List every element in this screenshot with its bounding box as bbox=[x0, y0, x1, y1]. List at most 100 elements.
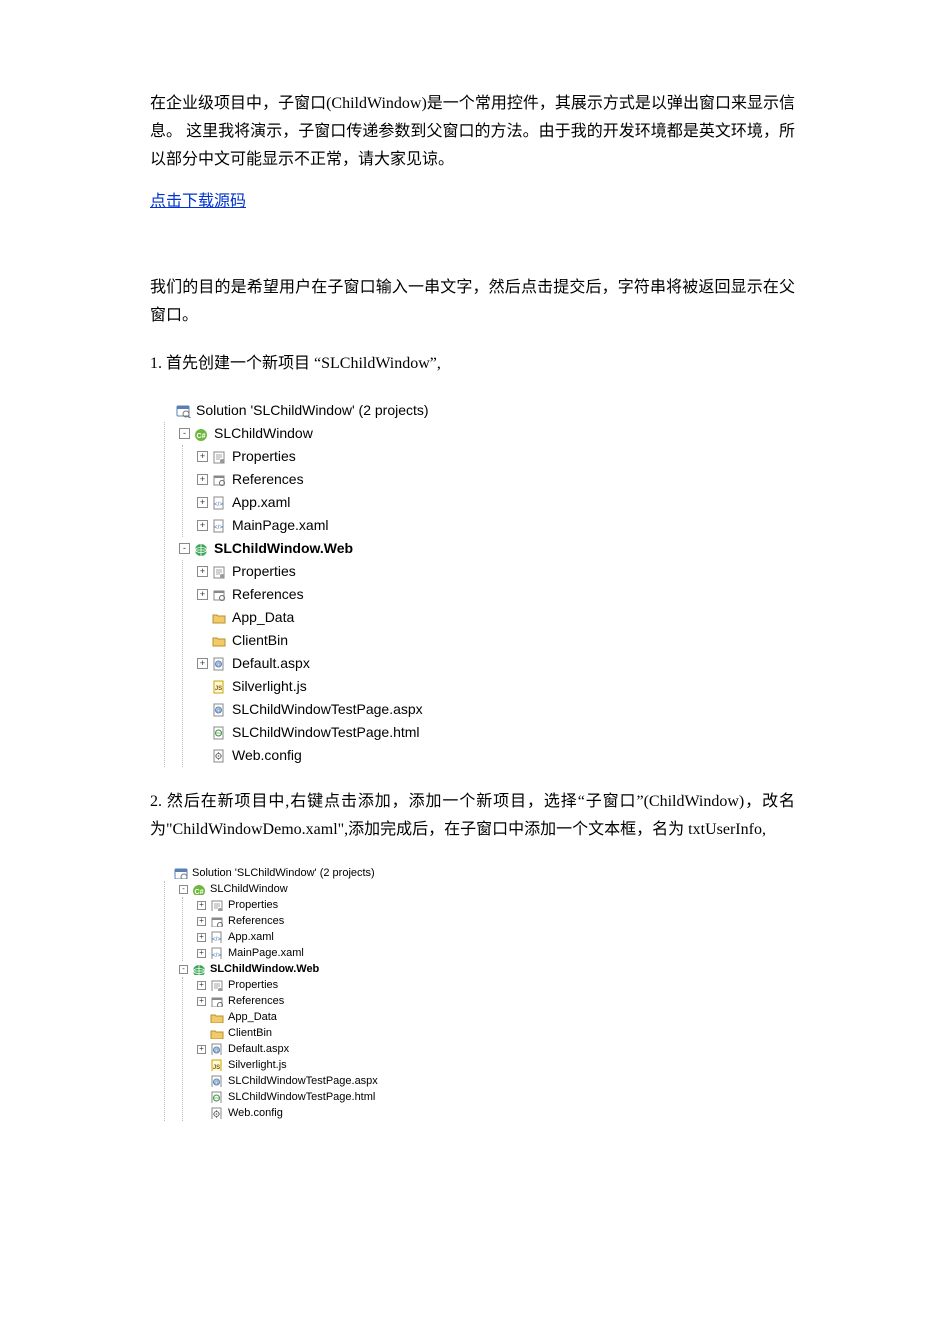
properties-icon bbox=[210, 899, 224, 911]
js-file-icon bbox=[212, 680, 228, 694]
expand-toggle-icon[interactable]: + bbox=[197, 997, 206, 1006]
tree-item-mainpage-xaml[interactable]: + MainPage.xaml bbox=[197, 514, 794, 537]
expand-toggle-icon[interactable]: + bbox=[197, 474, 208, 485]
xaml-file-icon bbox=[212, 519, 228, 533]
tree-item-references[interactable]: + References bbox=[197, 583, 794, 606]
tree-item-silverlight-js[interactable]: + Silverlight.js bbox=[197, 1057, 794, 1073]
tree-label: Default.aspx bbox=[232, 652, 310, 675]
expand-toggle-icon[interactable]: + bbox=[197, 589, 208, 600]
tree-item-default-aspx[interactable]: + Default.aspx bbox=[197, 652, 794, 675]
expand-toggle-icon[interactable]: + bbox=[197, 658, 208, 669]
collapse-toggle-icon[interactable]: - bbox=[179, 885, 188, 894]
tree-item-references[interactable]: + References bbox=[197, 468, 794, 491]
collapse-toggle-icon[interactable]: - bbox=[179, 543, 190, 554]
solution-explorer-tree-1: + Solution 'SLChildWindow' (2 projects) … bbox=[160, 398, 795, 768]
tree-item-app-data[interactable]: + App_Data bbox=[197, 606, 794, 629]
tree-label: SLChildWindowTestPage.html bbox=[232, 721, 420, 744]
tree-item-properties[interactable]: + Properties bbox=[197, 977, 794, 993]
expand-toggle-icon[interactable]: + bbox=[197, 566, 208, 577]
tree-label: ClientBin bbox=[228, 1025, 272, 1041]
expand-toggle-icon[interactable]: + bbox=[197, 1045, 206, 1054]
tree-item-testpage-aspx[interactable]: + SLChildWindowTestPage.aspx bbox=[197, 698, 794, 721]
tree-item-testpage-html[interactable]: + SLChildWindowTestPage.html bbox=[197, 721, 794, 744]
tree-item-references[interactable]: + References bbox=[197, 993, 794, 1009]
tree-label: Solution 'SLChildWindow' (2 projects) bbox=[192, 865, 375, 881]
tree-item-references[interactable]: + References bbox=[197, 913, 794, 929]
tree-label: Properties bbox=[232, 445, 296, 468]
tree-label: SLChildWindowTestPage.aspx bbox=[232, 698, 423, 721]
tree-label: Properties bbox=[228, 977, 278, 993]
tree-label: App.xaml bbox=[232, 491, 290, 514]
tree-item-mainpage-xaml[interactable]: + MainPage.xaml bbox=[197, 945, 794, 961]
step-2-text: 2. 然后在新项目中,右键点击添加，添加一个新项目，选择“子窗口”(ChildW… bbox=[150, 788, 795, 844]
project-slchildwindow[interactable]: - SLChildWindow bbox=[179, 422, 794, 445]
properties-icon bbox=[212, 450, 228, 464]
expand-toggle-icon[interactable]: + bbox=[197, 949, 206, 958]
tree-label: References bbox=[232, 583, 304, 606]
step-1-text: 1. 首先创建一个新项目 “SLChildWindow”, bbox=[150, 350, 795, 378]
tree-label: Web.config bbox=[228, 1105, 283, 1121]
solution-root[interactable]: + Solution 'SLChildWindow' (2 projects) bbox=[161, 865, 794, 881]
solution-root[interactable]: + Solution 'SLChildWindow' (2 projects) bbox=[161, 399, 794, 422]
download-source-link[interactable]: 点击下载源码 bbox=[150, 188, 246, 216]
tree-item-web-config[interactable]: + Web.config bbox=[197, 744, 794, 767]
tree-label: App_Data bbox=[232, 606, 294, 629]
tree-item-app-data[interactable]: + App_Data bbox=[197, 1009, 794, 1025]
html-file-icon bbox=[210, 1091, 224, 1103]
tree-label: Properties bbox=[228, 897, 278, 913]
project-slchildwindow-web[interactable]: - SLChildWindow.Web bbox=[179, 537, 794, 560]
tree-item-testpage-html[interactable]: + SLChildWindowTestPage.html bbox=[197, 1089, 794, 1105]
xaml-file-icon bbox=[210, 947, 224, 959]
aspx-file-icon bbox=[210, 1075, 224, 1087]
config-file-icon bbox=[210, 1107, 224, 1119]
tree-item-properties[interactable]: + Properties bbox=[197, 445, 794, 468]
tree-item-testpage-aspx[interactable]: + SLChildWindowTestPage.aspx bbox=[197, 1073, 794, 1089]
references-icon bbox=[212, 588, 228, 602]
properties-icon bbox=[212, 565, 228, 579]
tree-label: References bbox=[232, 468, 304, 491]
tree-item-clientbin[interactable]: + ClientBin bbox=[197, 629, 794, 652]
expand-toggle-icon[interactable]: + bbox=[197, 981, 206, 990]
tree-label: App.xaml bbox=[228, 929, 274, 945]
solution-icon bbox=[176, 404, 192, 418]
folder-icon bbox=[212, 611, 228, 625]
config-file-icon bbox=[212, 749, 228, 763]
tree-label: Default.aspx bbox=[228, 1041, 289, 1057]
webproj-icon bbox=[194, 542, 210, 556]
csproj-icon bbox=[192, 883, 206, 895]
collapse-toggle-icon[interactable]: - bbox=[179, 965, 188, 974]
tree-label: Solution 'SLChildWindow' (2 projects) bbox=[196, 399, 429, 422]
xaml-file-icon bbox=[212, 496, 228, 510]
tree-label: Silverlight.js bbox=[232, 675, 307, 698]
tree-item-default-aspx[interactable]: + Default.aspx bbox=[197, 1041, 794, 1057]
expand-toggle-icon[interactable]: + bbox=[197, 520, 208, 531]
tree-item-silverlight-js[interactable]: + Silverlight.js bbox=[197, 675, 794, 698]
tree-label: ClientBin bbox=[232, 629, 288, 652]
tree-item-properties[interactable]: + Properties bbox=[197, 560, 794, 583]
solution-icon bbox=[174, 867, 188, 879]
project-slchildwindow-web[interactable]: - SLChildWindow.Web bbox=[179, 961, 794, 977]
folder-icon bbox=[210, 1027, 224, 1039]
tree-label: Properties bbox=[232, 560, 296, 583]
goal-paragraph: 我们的目的是希望用户在子窗口输入一串文字，然后点击提交后，字符串将被返回显示在父… bbox=[150, 274, 795, 330]
tree-item-app-xaml[interactable]: + App.xaml bbox=[197, 491, 794, 514]
tree-label: SLChildWindowTestPage.html bbox=[228, 1089, 375, 1105]
js-file-icon bbox=[210, 1059, 224, 1071]
tree-item-properties[interactable]: + Properties bbox=[197, 897, 794, 913]
tree-label: References bbox=[228, 913, 284, 929]
collapse-toggle-icon[interactable]: - bbox=[179, 428, 190, 439]
project-slchildwindow[interactable]: - SLChildWindow bbox=[179, 881, 794, 897]
expand-toggle-icon[interactable]: + bbox=[197, 451, 208, 462]
intro-paragraph: 在企业级项目中，子窗口(ChildWindow)是一个常用控件，其展示方式是以弹… bbox=[150, 90, 795, 174]
tree-label: MainPage.xaml bbox=[232, 514, 329, 537]
expand-toggle-icon[interactable]: + bbox=[197, 497, 208, 508]
solution-explorer-tree-2: + Solution 'SLChildWindow' (2 projects) … bbox=[160, 864, 795, 1122]
tree-item-clientbin[interactable]: + ClientBin bbox=[197, 1025, 794, 1041]
tree-item-app-xaml[interactable]: + App.xaml bbox=[197, 929, 794, 945]
expand-toggle-icon[interactable]: + bbox=[197, 933, 206, 942]
expand-toggle-icon[interactable]: + bbox=[197, 901, 206, 910]
tree-item-web-config[interactable]: + Web.config bbox=[197, 1105, 794, 1121]
tree-label: Silverlight.js bbox=[228, 1057, 287, 1073]
aspx-file-icon bbox=[212, 703, 228, 717]
expand-toggle-icon[interactable]: + bbox=[197, 917, 206, 926]
